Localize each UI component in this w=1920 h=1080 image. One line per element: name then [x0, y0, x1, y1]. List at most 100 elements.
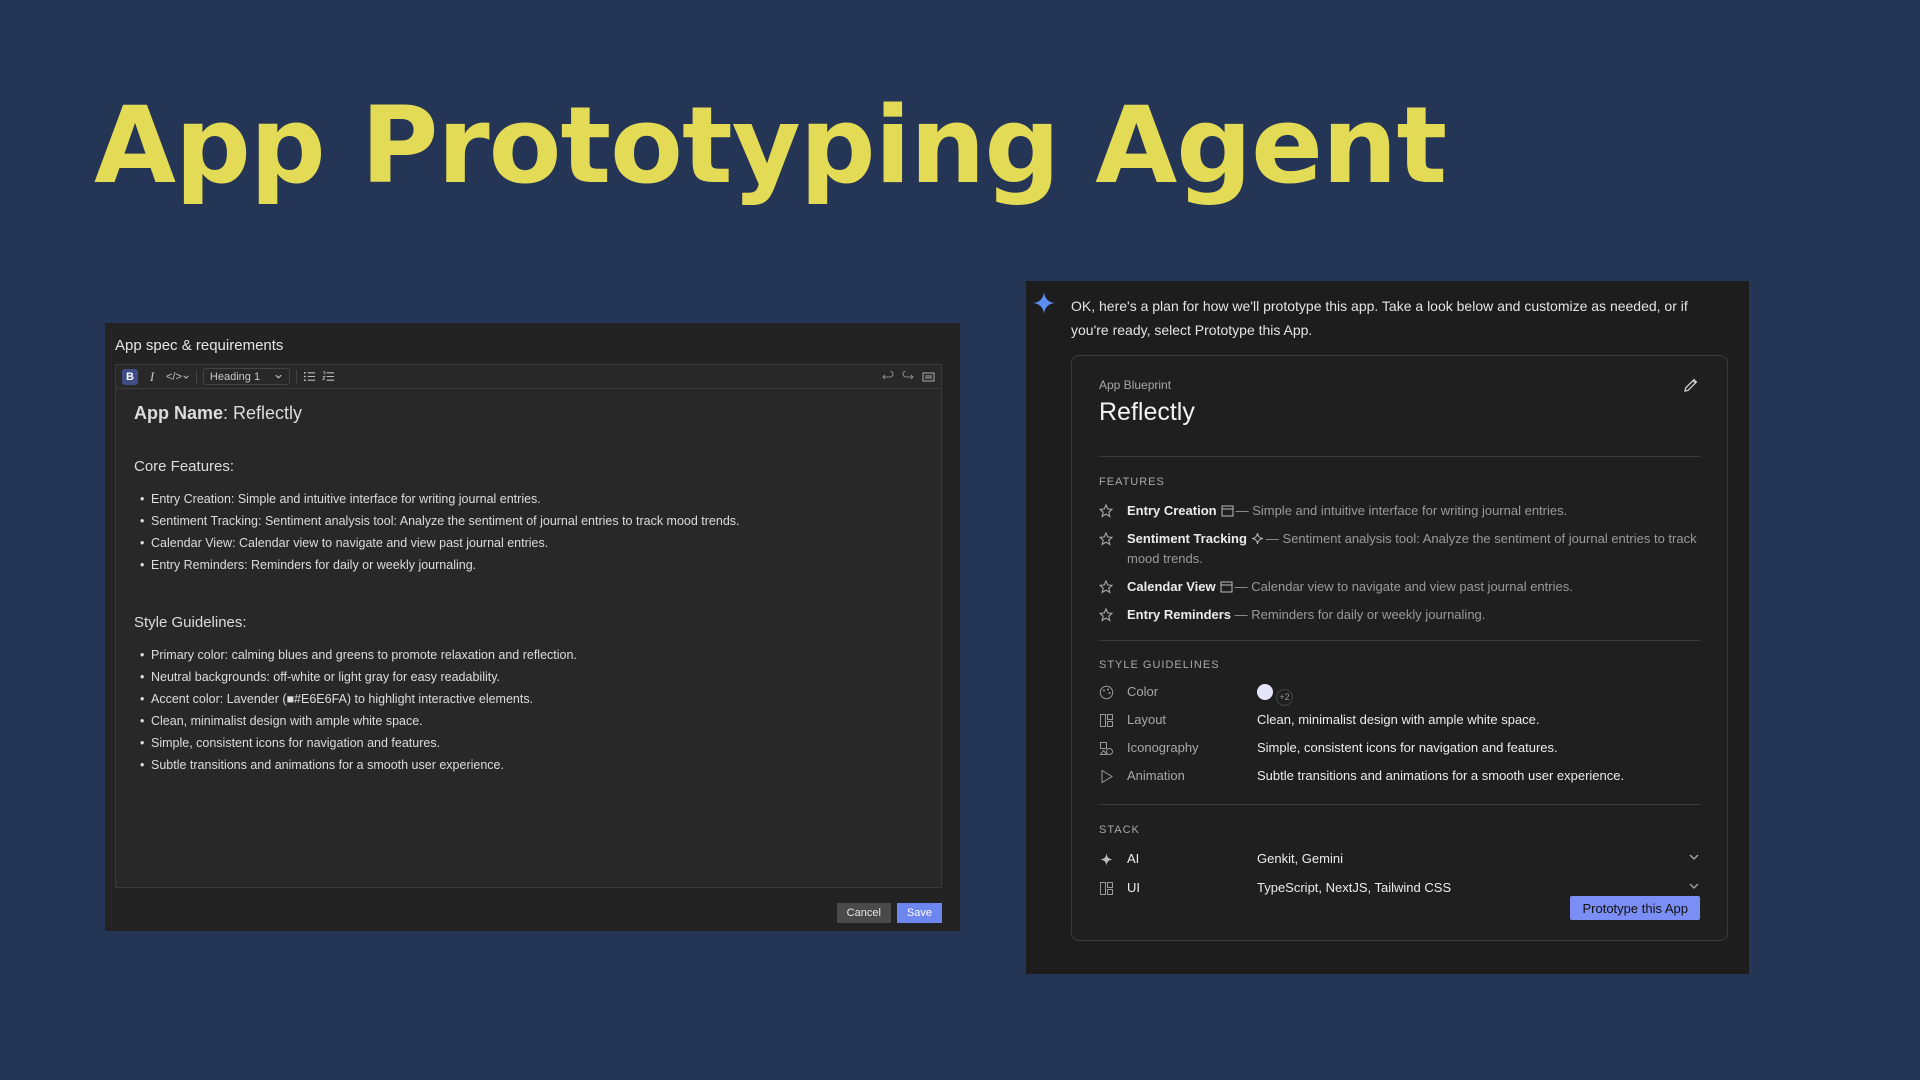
core-features-list: Entry Creation: Simple and intuitive int… [134, 488, 923, 576]
palette-icon [1099, 685, 1114, 700]
cancel-button[interactable]: Cancel [836, 903, 891, 923]
rich-text-editor: B I </> Heading 1 App Name: Reflectly Co… [115, 364, 942, 888]
app-blueprint-card: App Blueprint Reflectly FEATURES Entry C… [1071, 355, 1728, 941]
feature-desc: — Simple and intuitive interface for wri… [1235, 503, 1568, 518]
shapes-icon [1099, 742, 1113, 755]
calendar-icon [1221, 505, 1234, 517]
block-style-select[interactable]: Heading 1 [202, 368, 291, 385]
list-item: Clean, minimalist design with ample whit… [134, 710, 923, 732]
editor-title: App spec & requirements [115, 337, 284, 354]
app-name-line: App Name: Reflectly [134, 403, 923, 424]
list-item: Neutral backgrounds: off-white or light … [134, 666, 923, 688]
sparkle-icon [1100, 853, 1113, 866]
color-swatch [1257, 684, 1273, 700]
feature-name: Entry Creation [1127, 503, 1217, 518]
list-item: Entry Reminders: Reminders for daily or … [134, 554, 923, 576]
feature-item: Entry Reminders — Reminders for daily or… [1099, 605, 1700, 625]
feature-name: Calendar View [1127, 579, 1216, 594]
redo-icon[interactable] [902, 370, 914, 383]
gemini-sparkle-icon [1033, 292, 1055, 314]
blueprint-label: App Blueprint [1099, 378, 1172, 392]
stack-heading: STACK [1099, 824, 1140, 836]
section-divider [1099, 804, 1700, 805]
feature-item: Entry Creation — Simple and intuitive int… [1099, 501, 1700, 521]
stack-row-ai[interactable]: AI Genkit, Gemini [1099, 849, 1700, 869]
more-colors-badge: +2 [1276, 689, 1293, 706]
feature-name: Entry Reminders [1127, 607, 1232, 622]
style-row-iconography: Iconography Simple, consistent icons for… [1099, 738, 1700, 758]
stack-key: AI [1127, 851, 1140, 866]
style-guidelines-list: Primary color: calming blues and greens … [134, 644, 923, 776]
style-row-color: Color +2 [1099, 682, 1700, 706]
undo-icon[interactable] [882, 370, 894, 383]
italic-button[interactable]: I [144, 369, 160, 385]
code-button[interactable]: </> [166, 369, 190, 385]
editor-actions: Cancel Save [836, 903, 942, 923]
list-item: Accent color: Lavender (■#E6E6FA) to hig… [134, 688, 923, 710]
chevron-down-icon [183, 374, 189, 379]
block-style-value: Heading 1 [209, 370, 261, 383]
chevron-down-icon[interactable] [1688, 880, 1700, 892]
star-icon [1099, 580, 1113, 594]
star-icon [1099, 532, 1113, 546]
editor-toolbar: B I </> Heading 1 [116, 365, 941, 389]
editor-content[interactable]: App Name: Reflectly Core Features: Entry… [116, 389, 941, 828]
numbered-list-icon[interactable] [322, 370, 335, 383]
page-headline: App Prototyping Agent [94, 84, 1447, 207]
bullet-list-icon[interactable] [303, 370, 316, 383]
layout-icon [1100, 714, 1113, 727]
feature-item: Calendar View — Calendar view to navigate… [1099, 577, 1700, 597]
toolbar-divider [195, 369, 197, 384]
spec-editor-panel: App spec & requirements B I </> Heading … [105, 323, 960, 931]
list-item: Simple, consistent icons for navigation … [134, 732, 923, 754]
stack-value: Genkit, Gemini [1257, 851, 1343, 866]
style-guidelines-heading: STYLE GUIDELINES [1099, 659, 1220, 671]
app-name-label: App Name [134, 403, 224, 423]
style-row-layout: Layout Clean, minimalist design with amp… [1099, 710, 1700, 730]
style-value: Simple, consistent icons for navigation … [1257, 740, 1558, 755]
color-swatches[interactable]: +2 [1257, 684, 1293, 706]
sparkle-icon [1251, 532, 1263, 545]
app-name-value: : Reflectly [223, 403, 303, 423]
source-view-icon[interactable] [922, 371, 935, 383]
feature-desc: — Reminders for daily or weekly journali… [1234, 607, 1486, 622]
play-icon [1101, 769, 1113, 784]
agent-chat-panel: OK, here's a plan for how we'll prototyp… [1026, 281, 1749, 974]
save-button[interactable]: Save [896, 903, 942, 923]
pencil-icon[interactable] [1682, 376, 1700, 394]
bold-button[interactable]: B [122, 368, 138, 385]
style-key: Layout [1127, 712, 1167, 727]
chevron-down-icon [275, 374, 282, 379]
prototype-app-button[interactable]: Prototype this App [1570, 896, 1700, 920]
chevron-down-icon[interactable] [1688, 851, 1700, 863]
list-item: Primary color: calming blues and greens … [134, 644, 923, 666]
style-key: Animation [1127, 768, 1185, 783]
feature-item: Sentiment Tracking — Sentiment analysis t… [1099, 529, 1700, 569]
style-row-animation: Animation Subtle transitions and animati… [1099, 766, 1700, 786]
agent-message: OK, here's a plan for how we'll prototyp… [1071, 298, 1688, 338]
list-item: Entry Creation: Simple and intuitive int… [134, 488, 923, 510]
core-features-heading: Core Features: [134, 458, 235, 475]
stack-row-ui[interactable]: UI TypeScript, NextJS, Tailwind CSS [1099, 878, 1700, 898]
features-heading: FEATURES [1099, 476, 1165, 488]
style-value: Clean, minimalist design with ample whit… [1257, 712, 1540, 727]
star-icon [1099, 608, 1113, 622]
list-item: Sentiment Tracking: Sentiment analysis t… [134, 510, 923, 532]
blueprint-app-name: Reflectly [1099, 398, 1195, 426]
layout-icon [1100, 882, 1113, 895]
list-item: Calendar View: Calendar view to navigate… [134, 532, 923, 554]
calendar-icon [1220, 581, 1233, 593]
code-icon: </> [166, 370, 182, 383]
toolbar-divider [296, 369, 298, 384]
stack-value: TypeScript, NextJS, Tailwind CSS [1257, 880, 1452, 895]
toolbar-right-group [882, 370, 935, 383]
style-guidelines-heading: Style Guidelines: [134, 614, 247, 631]
style-key: Color [1127, 684, 1159, 699]
stack-key: UI [1127, 880, 1140, 895]
section-divider [1099, 456, 1700, 457]
feature-desc: — Calendar view to navigate and view pas… [1234, 579, 1573, 594]
section-divider [1099, 640, 1700, 641]
star-icon [1099, 504, 1113, 518]
style-value: Subtle transitions and animations for a … [1257, 768, 1625, 783]
list-item: Subtle transitions and animations for a … [134, 754, 923, 776]
